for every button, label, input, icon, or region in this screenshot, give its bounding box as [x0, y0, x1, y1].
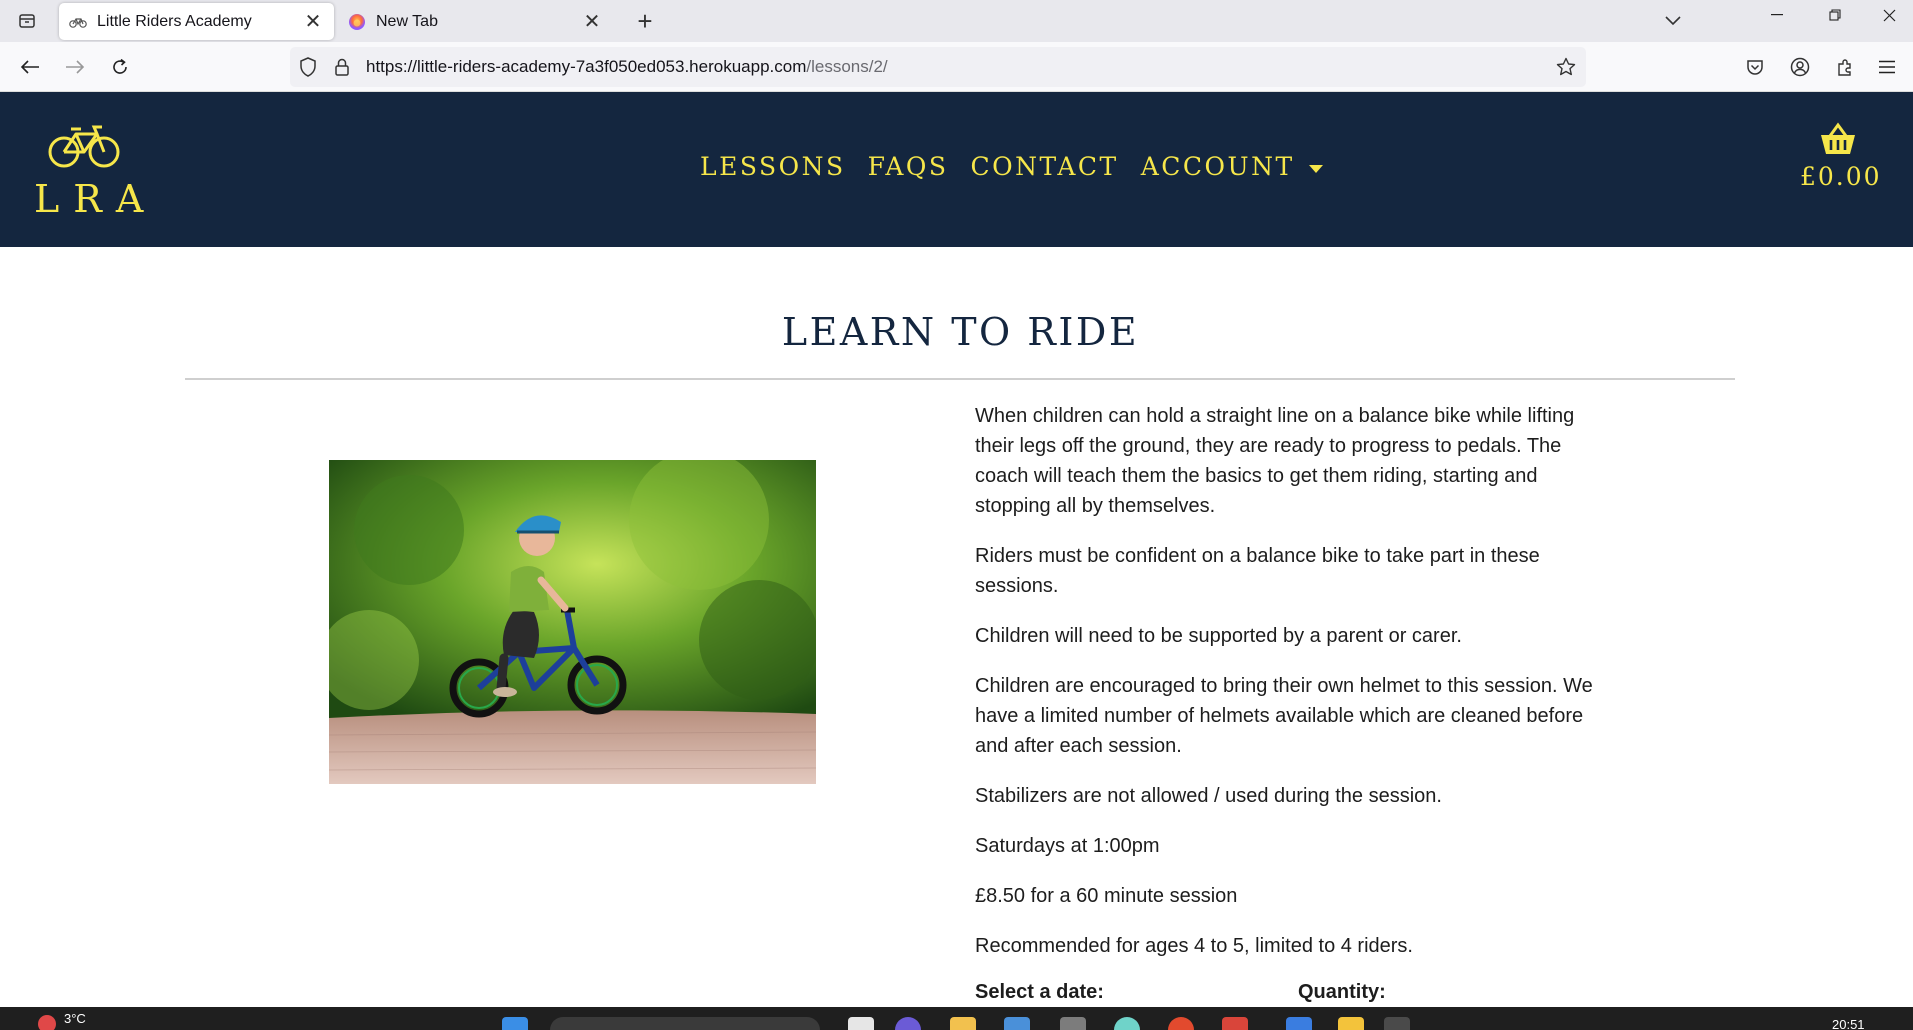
tab-title: New Tab: [376, 12, 438, 30]
logo-text: LRA: [34, 177, 158, 221]
forward-arrow-icon[interactable]: [59, 51, 91, 83]
title-divider: [185, 378, 1735, 380]
windows-start-icon[interactable]: [502, 1017, 528, 1030]
browser-navigation-bar: https://little-riders-academy-7a3f050ed0…: [0, 42, 1913, 92]
chevron-down-icon[interactable]: [1658, 6, 1688, 36]
quantity-label: Quantity:: [1298, 981, 1386, 1003]
basket-link[interactable]: £0.00: [1800, 122, 1882, 191]
weather-alert-icon[interactable]: [38, 1015, 56, 1030]
menu-icon[interactable]: [1871, 51, 1903, 83]
date-label: Select a date:: [975, 981, 1104, 1003]
lesson-paragraph: Stabilizers are not allowed / used durin…: [975, 785, 1442, 807]
tab-little-riders-academy[interactable]: Little Riders Academy ✕: [59, 3, 334, 40]
lesson-description: When children can hold a straight line o…: [975, 401, 1605, 981]
shield-icon[interactable]: [296, 55, 320, 79]
clock-time[interactable]: 20:51: [1832, 1017, 1865, 1030]
close-icon[interactable]: ✕: [581, 11, 603, 33]
vscode-icon[interactable]: [1286, 1017, 1312, 1030]
nav-account[interactable]: ACCOUNT: [1141, 152, 1323, 181]
address-bar[interactable]: https://little-riders-academy-7a3f050ed0…: [290, 47, 1586, 87]
task-view-icon[interactable]: [848, 1017, 874, 1030]
nav-lessons[interactable]: LESSONS: [700, 152, 846, 181]
pocket-icon[interactable]: [1739, 51, 1771, 83]
mail-icon[interactable]: [1222, 1017, 1248, 1030]
nav-account-label: ACCOUNT: [1140, 152, 1295, 181]
lesson-price: £8.50 for a 60 minute session: [975, 885, 1238, 907]
url-path: /lessons/2/: [806, 57, 888, 76]
bicycle-icon: [48, 125, 120, 168]
lesson-image: [329, 460, 816, 784]
firefox-taskbar-icon[interactable]: [1384, 1017, 1410, 1030]
page-title: LEARN TO RIDE: [781, 310, 1140, 354]
back-arrow-icon[interactable]: [14, 51, 46, 83]
nav-contact[interactable]: CONTACT: [971, 152, 1119, 181]
bicycle-icon: [69, 13, 87, 31]
lesson-paragraph: When children can hold a straight line o…: [975, 405, 1575, 517]
chrome-icon[interactable]: [1168, 1017, 1194, 1030]
settings-icon[interactable]: [1060, 1017, 1086, 1030]
shopping-basket-icon: [1821, 122, 1855, 154]
minimize-icon[interactable]: [1754, 0, 1800, 30]
lesson-schedule: Saturdays at 1:00pm: [975, 835, 1160, 857]
window-close-icon[interactable]: [1866, 0, 1912, 30]
site-header: LRA LESSONS FAQS CONTACT ACCOUNT £0.00: [0, 92, 1913, 247]
lesson-paragraph: Riders must be confident on a balance bi…: [975, 545, 1540, 597]
restore-icon[interactable]: [1812, 0, 1858, 30]
reload-icon[interactable]: [104, 51, 136, 83]
firefox-icon: [348, 13, 366, 31]
basket-total: £0.00: [1800, 162, 1882, 191]
new-tab-button[interactable]: +: [630, 6, 660, 36]
logo[interactable]: LRA: [30, 125, 143, 221]
tab-title: Little Riders Academy: [97, 12, 252, 30]
lock-icon[interactable]: [330, 55, 354, 79]
caret-down-icon: [1308, 164, 1323, 173]
close-icon[interactable]: ✕: [302, 11, 324, 33]
lesson-paragraph: Children are encouraged to bring their o…: [975, 675, 1593, 757]
star-icon[interactable]: [1554, 55, 1578, 79]
lesson-ages: Recommended for ages 4 to 5, limited to …: [975, 935, 1413, 957]
main-navigation: LESSONS FAQS CONTACT ACCOUNT: [700, 152, 1345, 181]
file-explorer-icon[interactable]: [950, 1017, 976, 1030]
copilot-icon[interactable]: [895, 1017, 921, 1030]
extensions-icon[interactable]: [1829, 51, 1861, 83]
lesson-paragraph: Children will need to be supported by a …: [975, 625, 1462, 647]
app-icon[interactable]: [1338, 1017, 1364, 1030]
url-host: https://little-riders-academy-7a3f050ed0…: [366, 57, 807, 76]
store-icon[interactable]: [1004, 1017, 1030, 1030]
tab-new-tab[interactable]: New Tab ✕: [338, 3, 613, 40]
nav-faqs[interactable]: FAQS: [868, 152, 949, 181]
browser-tab-bar: Little Riders Academy ✕ New Tab ✕ +: [0, 0, 1913, 42]
os-taskbar: 3°C 20:51: [0, 1007, 1913, 1030]
weather-temperature[interactable]: 3°C: [64, 1011, 86, 1026]
edge-icon[interactable]: [1114, 1017, 1140, 1030]
account-icon[interactable]: [1784, 51, 1816, 83]
url-text[interactable]: https://little-riders-academy-7a3f050ed0…: [366, 47, 888, 87]
tab-list-icon[interactable]: [12, 6, 42, 36]
taskbar-search-box[interactable]: [550, 1017, 820, 1030]
